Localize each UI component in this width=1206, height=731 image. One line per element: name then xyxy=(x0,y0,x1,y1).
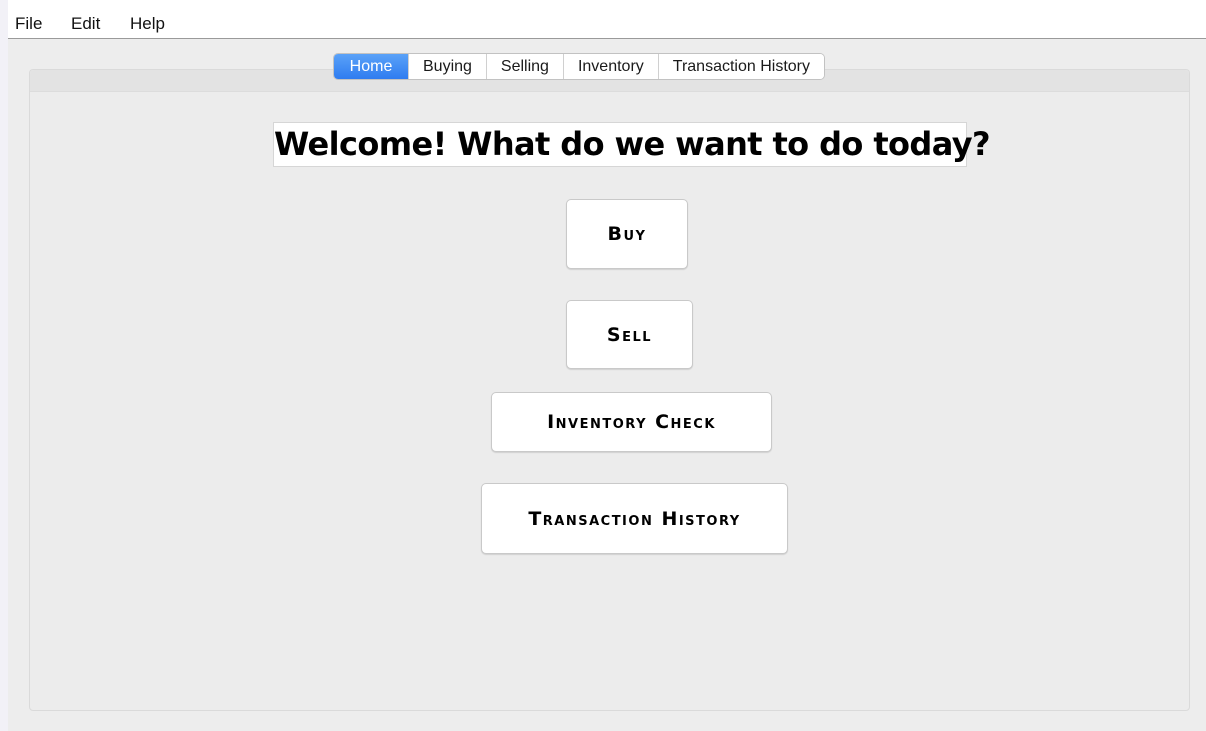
app-window: File Edit Help Home Buying Selling Inven… xyxy=(8,8,1206,731)
inventory-check-button[interactable]: Inventory Check xyxy=(491,392,772,452)
buy-button[interactable]: Buy xyxy=(566,199,688,269)
tab-bar: Home Buying Selling Inventory Transactio… xyxy=(333,53,825,80)
tab-buying[interactable]: Buying xyxy=(408,54,486,79)
menu-edit[interactable]: Edit xyxy=(71,14,100,34)
transaction-history-button[interactable]: Transaction History xyxy=(481,483,788,554)
tab-inventory[interactable]: Inventory xyxy=(562,54,658,79)
tab-home[interactable]: Home xyxy=(334,54,408,79)
sell-button[interactable]: Sell xyxy=(566,300,693,369)
tab-transaction-history[interactable]: Transaction History xyxy=(657,54,824,79)
welcome-heading: Welcome! What do we want to do today? xyxy=(273,122,991,167)
menu-file[interactable]: File xyxy=(15,14,42,34)
tab-selling[interactable]: Selling xyxy=(485,54,563,79)
menu-help[interactable]: Help xyxy=(130,14,165,34)
window-left-edge xyxy=(0,0,8,731)
menu-bar: File Edit Help xyxy=(8,8,1206,39)
